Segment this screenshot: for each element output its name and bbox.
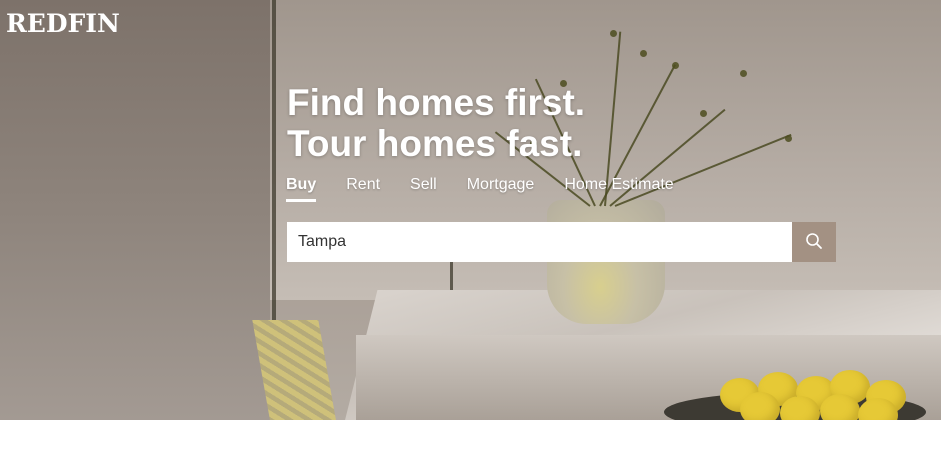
hero-background-bloom bbox=[785, 135, 792, 142]
tab-sell[interactable]: Sell bbox=[410, 176, 437, 202]
tab-home-estimate[interactable]: Home Estimate bbox=[564, 176, 673, 202]
hero-background-bloom bbox=[610, 30, 617, 37]
hero-background-bloom bbox=[640, 50, 647, 57]
search-bar bbox=[287, 222, 836, 262]
headline-line-2: Tour homes fast. bbox=[287, 123, 583, 164]
hero-background-bloom bbox=[672, 62, 679, 69]
hero-background-bloom bbox=[700, 110, 707, 117]
tab-buy[interactable]: Buy bbox=[286, 176, 317, 202]
hero-background-bloom bbox=[740, 70, 747, 77]
hero-background-vase bbox=[547, 200, 665, 324]
search-input[interactable] bbox=[287, 222, 792, 262]
search-button[interactable] bbox=[792, 222, 836, 262]
search-icon bbox=[805, 232, 823, 253]
tab-mortgage[interactable]: Mortgage bbox=[467, 176, 535, 202]
headline-line-1: Find homes first. bbox=[287, 82, 586, 123]
redfin-logo[interactable]: REDFIN bbox=[6, 9, 120, 38]
hero-headline: Find homes first. Tour homes fast. bbox=[287, 82, 585, 164]
tab-rent[interactable]: Rent bbox=[346, 176, 380, 202]
hero-background-pole bbox=[272, 0, 276, 330]
hero-background-wall bbox=[0, 0, 270, 420]
hero-background-lemon bbox=[740, 392, 780, 420]
hero-banner: REDFIN Find homes first. Tour homes fast… bbox=[0, 0, 941, 420]
hero-background-lemon bbox=[820, 394, 860, 420]
search-type-tabs: Buy Rent Sell Mortgage Home Estimate bbox=[286, 176, 704, 202]
